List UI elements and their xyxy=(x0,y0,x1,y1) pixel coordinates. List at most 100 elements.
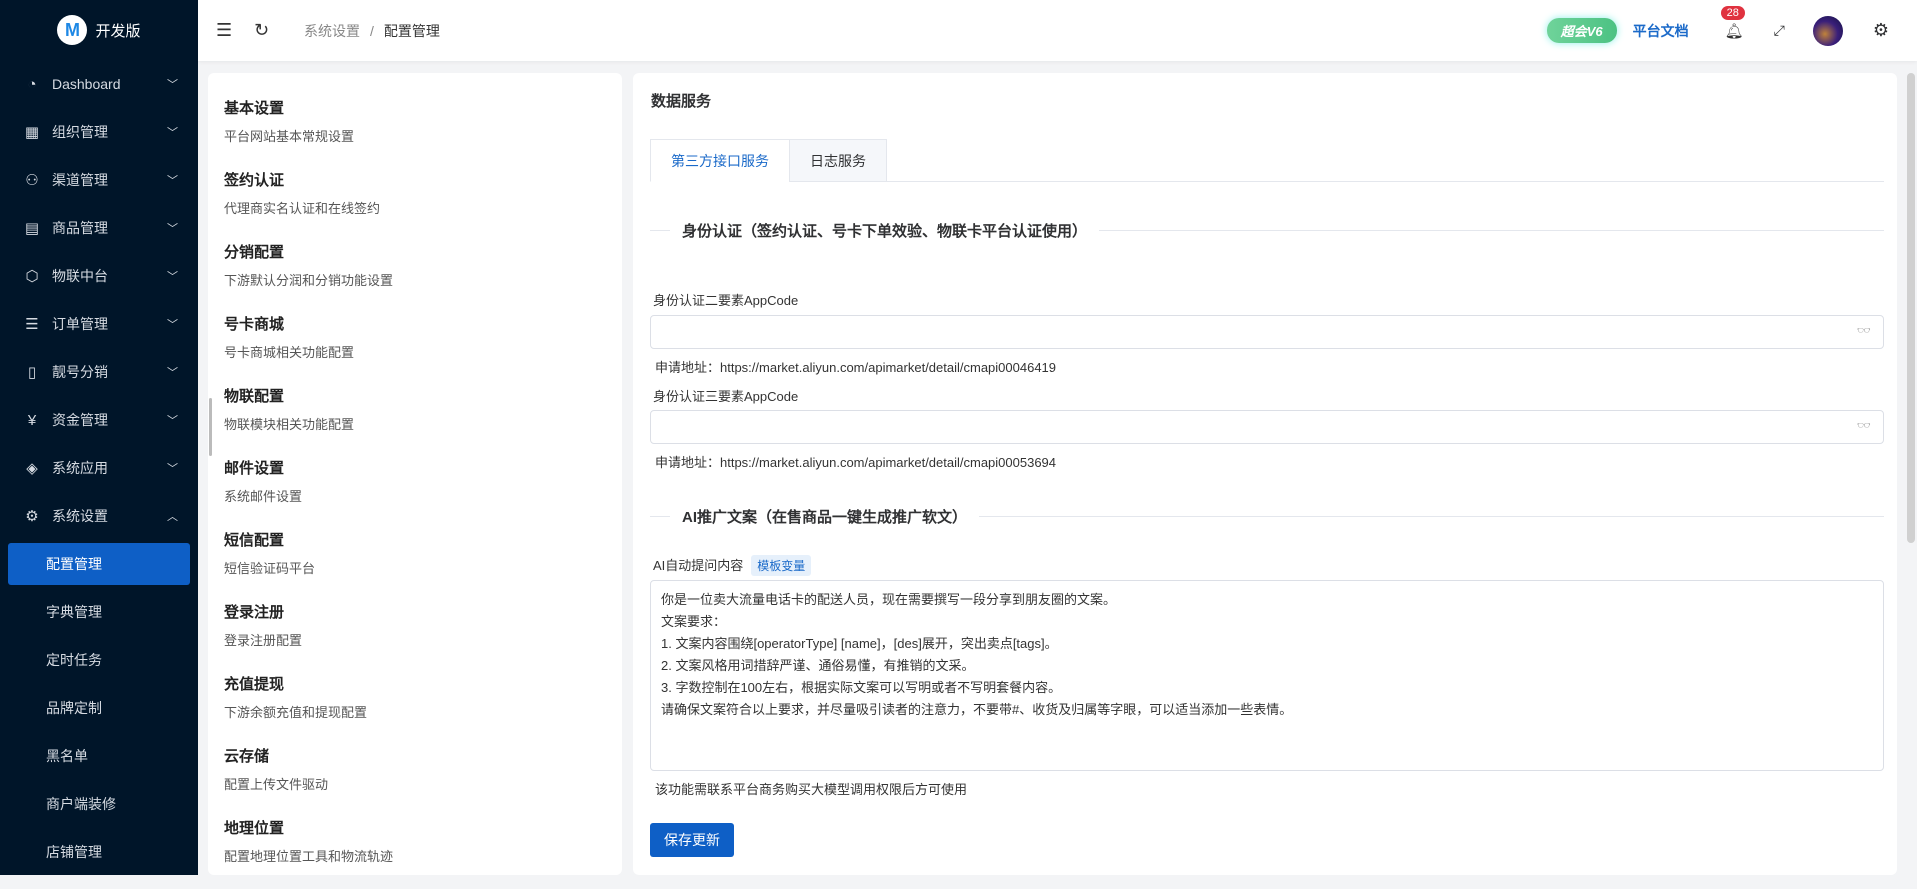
template-variables-tag[interactable]: 模板变量 xyxy=(751,555,812,576)
grid-icon: ▦ xyxy=(24,124,40,141)
config-list-scrollbar[interactable] xyxy=(209,398,212,456)
avatar[interactable] xyxy=(1812,15,1843,46)
config-list-item[interactable]: 地理位置配置地理位置工具和物流轨迹 xyxy=(208,817,622,889)
network-icon: ⚇ xyxy=(25,172,39,189)
store-icon: ▤ xyxy=(24,220,40,237)
sidebar-item-label: 物联中台 xyxy=(52,268,108,284)
notification-count: 28 xyxy=(1720,5,1745,20)
config-title: 地理位置 xyxy=(224,820,285,837)
breadcrumb-current: 配置管理 xyxy=(383,22,440,39)
sidebar-item[interactable]: ☰ 订单管理 ﹀ xyxy=(0,300,198,348)
ai-prompt-label: AI自动提问内容 模板变量 xyxy=(653,555,812,576)
save-button[interactable]: 保存更新 xyxy=(650,823,734,857)
sidebar-item[interactable]: ⚙ 系统设置 ︿ xyxy=(0,492,198,540)
config-desc: 登录注册配置 xyxy=(224,633,303,648)
sidebar-item[interactable]: ▦ 组织管理 ﹀ xyxy=(0,108,198,156)
version-badge[interactable]: 超会V6 xyxy=(1546,18,1617,43)
chevron-down-icon: ﹀ xyxy=(167,463,178,475)
config-list-item[interactable]: 分销配置下游默认分润和分销功能设置 xyxy=(208,241,622,313)
config-desc: 物联模块相关功能配置 xyxy=(224,417,355,432)
config-list: 基本设置平台网站基本常规设置签约认证 代理商实名认证和在线签约分销配置下游默认分润… xyxy=(208,73,622,875)
config-desc: 配置上传文件驱动 xyxy=(224,777,329,792)
config-list-item[interactable]: 签约认证 代理商实名认证和在线签约 xyxy=(208,169,622,241)
tab-log-service[interactable]: 日志服务 xyxy=(789,139,887,182)
tab-third-party-api[interactable]: 第三方接口服务 xyxy=(650,139,790,182)
chevron-down-icon: ﹀ xyxy=(167,127,178,139)
config-list-item[interactable]: 短信配置 短信验证码平台 xyxy=(208,529,622,601)
logo-icon: M xyxy=(57,15,88,45)
section-title: AI推广文案（在售商品一键生成推广软文） xyxy=(670,506,980,527)
yuan-icon: ¥ xyxy=(27,411,37,429)
fullscreen-icon[interactable]: ⤢ xyxy=(1774,22,1785,39)
config-title: 分销配置 xyxy=(224,244,285,261)
sidebar-item[interactable]: ⚇ 渠道管理 ﹀ xyxy=(0,156,198,204)
panel-title: 数据服务 xyxy=(651,93,712,110)
dashboard-icon: ◔ xyxy=(27,75,37,93)
config-list-item[interactable]: 云存储配置上传文件驱动 xyxy=(208,745,622,817)
box-icon: ◈ xyxy=(26,460,38,477)
sidebar-subitem[interactable]: 定时任务 xyxy=(0,636,198,684)
config-list-item[interactable]: 号卡商城 号卡商城相关功能配置 xyxy=(208,313,622,385)
breadcrumb-separator: / xyxy=(370,22,374,39)
ai-prompt-textarea[interactable]: 你是一位卖大流量电话卡的配送人员，现在需要撰写一段分享到朋友圈的文案。 文案要求… xyxy=(650,580,1884,771)
bell-icon[interactable]: 🔔︎ 28 xyxy=(1720,5,1745,40)
list-icon: ☰ xyxy=(25,316,39,333)
logo[interactable]: M 开发版 xyxy=(0,0,198,60)
config-desc: 配置地理位置工具和物流轨迹 xyxy=(224,849,394,864)
config-title: 号卡商城 xyxy=(224,316,285,333)
config-title: 物联配置 xyxy=(224,388,285,405)
sidebar-item[interactable]: ▯ 靓号分销 ﹀ xyxy=(0,348,198,396)
tabs: 第三方接口服务 日志服务 xyxy=(650,139,1884,182)
eye-off-icon[interactable]: 👓︎ xyxy=(1857,419,1871,432)
settings-icon[interactable]: ⚙ xyxy=(1873,20,1889,41)
sidebar-subitem[interactable]: 黑名单 xyxy=(0,732,198,780)
chevron-down-icon: ﹀ xyxy=(167,271,178,283)
config-title: 基本设置 xyxy=(224,100,285,117)
sidebar-item[interactable]: ◈ 系统应用 ﹀ xyxy=(0,444,198,492)
refresh-icon[interactable]: ↻ xyxy=(254,20,274,41)
logo-text: 开发版 xyxy=(95,22,141,40)
sidebar-item[interactable]: ▤ 商品管理 ﹀ xyxy=(0,204,198,252)
sidebar-subitem[interactable]: 店铺管理 xyxy=(0,828,198,876)
three-factor-appcode-input[interactable]: 👓︎ xyxy=(650,410,1884,444)
breadcrumb-item[interactable]: 系统设置 xyxy=(304,23,360,39)
config-list-item[interactable]: 登录注册登录注册配置 xyxy=(208,601,622,673)
field-hint: 申请地址：https://market.aliyun.com/apimarket… xyxy=(655,455,1057,470)
sidebar-item-label: Dashboard xyxy=(52,76,121,92)
config-list-item[interactable]: 充值提现 下游余额充值和提现配置 xyxy=(208,673,622,745)
sidebar-subitem[interactable]: 字典管理 xyxy=(0,588,198,636)
config-desc: 短信验证码平台 xyxy=(224,561,316,576)
collapse-menu-icon[interactable]: ☰ xyxy=(216,20,236,41)
sidebar-subitem[interactable]: 配置管理 xyxy=(8,543,190,585)
config-list-item[interactable]: 基本设置平台网站基本常规设置 xyxy=(208,97,622,169)
config-title: 登录注册 xyxy=(224,604,285,621)
sidebar-item-label: 渠道管理 xyxy=(52,172,108,188)
eye-off-icon[interactable]: 👓︎ xyxy=(1857,324,1871,337)
config-desc: 下游默认分润和分销功能设置 xyxy=(224,273,394,288)
sidebar-item[interactable]: ◔ Dashboard ﹀ xyxy=(0,60,198,108)
config-list-item[interactable]: 邮件设置 系统邮件设置 xyxy=(208,457,622,529)
docs-link[interactable]: 平台文档 xyxy=(1633,21,1689,41)
sidebar-item[interactable]: ⬡ 物联中台 ﹀ xyxy=(0,252,198,300)
config-title: 签约认证 xyxy=(224,172,285,189)
config-desc: 平台网站基本常规设置 xyxy=(224,129,355,144)
sidebar-subitem[interactable]: 品牌定制 xyxy=(0,684,198,732)
config-desc: 系统邮件设置 xyxy=(224,489,303,504)
sidebar-subitem[interactable]: 商户端装修 xyxy=(0,780,198,828)
sidebar-item-label: 订单管理 xyxy=(52,316,108,332)
two-factor-appcode-input[interactable]: 👓︎ xyxy=(650,315,1884,349)
sidebar: M 开发版 ◔ Dashboard ﹀ ▦ 组织管理 ﹀ ⚇ 渠道管理 ﹀ ▤ 商品管理 ﹀ ⬡ 物联中台 ﹀… xyxy=(0,0,198,875)
config-title: 充值提现 xyxy=(224,676,285,693)
field-label: 身份认证二要素AppCode xyxy=(653,293,799,308)
page-scrollbar[interactable] xyxy=(1907,73,1915,543)
sidebar-item-label: 资金管理 xyxy=(52,412,108,428)
sidebar-item-label: 组织管理 xyxy=(52,124,108,140)
chevron-up-icon: ︿ xyxy=(167,511,178,523)
section-divider-ai: AI推广文案（在售商品一键生成推广软文） xyxy=(650,506,1884,527)
config-list-item[interactable]: 物联配置物联模块相关功能配置 xyxy=(208,385,622,457)
sidebar-item[interactable]: ¥ 资金管理 ﹀ xyxy=(0,396,198,444)
config-title: 云存储 xyxy=(224,748,270,765)
section-title: 身份认证（签约认证、号卡下单效验、物联卡平台认证使用） xyxy=(670,220,1100,241)
gear-icon: ⚙ xyxy=(25,508,39,525)
field-hint: 申请地址：https://market.aliyun.com/apimarket… xyxy=(655,360,1057,375)
